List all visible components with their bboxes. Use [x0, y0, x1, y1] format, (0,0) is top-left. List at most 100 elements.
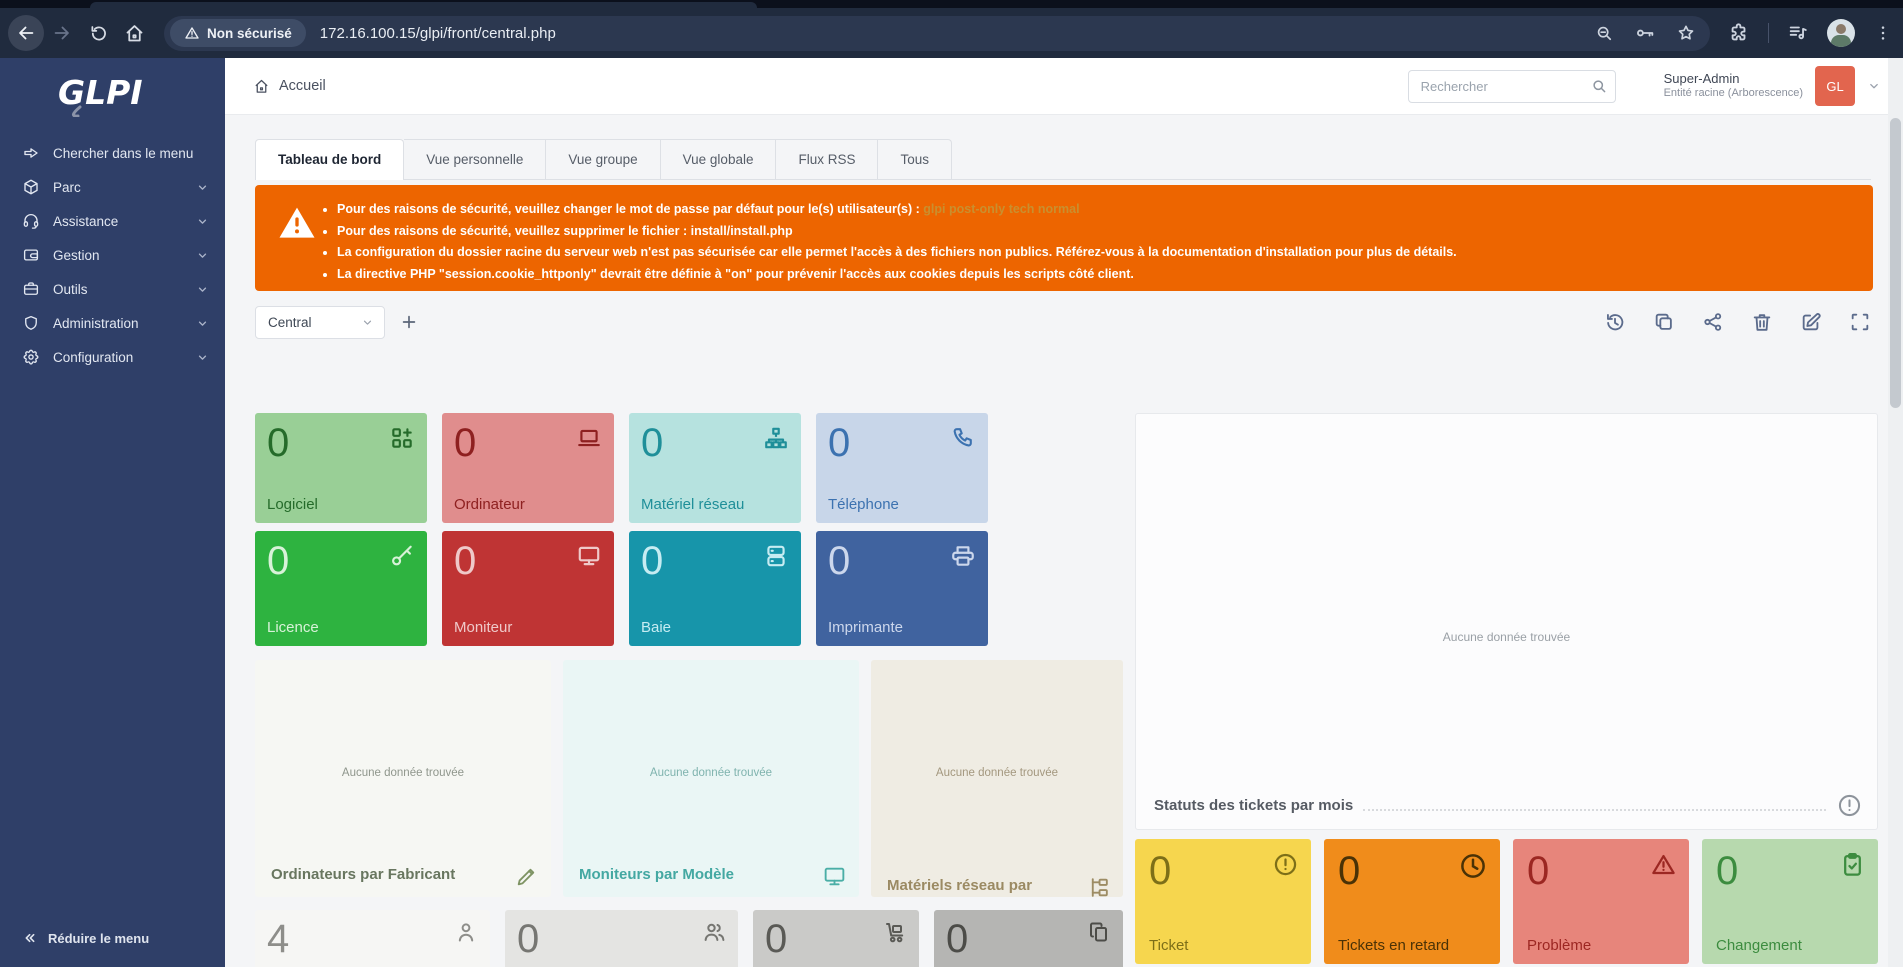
tab-tous[interactable]: Tous	[878, 139, 952, 179]
browser-profile-avatar[interactable]	[1827, 19, 1855, 47]
tab-tableau-de-bord[interactable]: Tableau de bord	[255, 139, 404, 179]
search-icon[interactable]	[1590, 77, 1608, 95]
count-card-value: 0	[517, 918, 726, 960]
user-menu[interactable]: Super-Admin Entité racine (Arborescence)…	[1664, 66, 1881, 106]
browser-menu-dots-icon[interactable]	[1873, 23, 1893, 43]
edit-pencil-icon[interactable]	[514, 864, 539, 889]
gear-icon	[22, 348, 40, 366]
warning-triangle-icon	[277, 203, 317, 243]
panel-statuts-tickets-par-mois[interactable]: Aucune donnée trouvée Statuts des ticket…	[1135, 413, 1878, 830]
share-button[interactable]	[1702, 311, 1724, 333]
count-card-users[interactable]: 4	[255, 910, 490, 967]
panel-moniteurs-par-modele[interactable]: Aucune donnée trouvée Moniteurs par Modè…	[563, 660, 859, 897]
count-card-groups[interactable]: 0	[505, 910, 738, 967]
edit-button[interactable]	[1800, 311, 1822, 333]
ticket-card-label: Problème	[1527, 937, 1591, 954]
sidebar-item-gestion[interactable]: Gestion	[0, 238, 225, 272]
sidebar-item-label: Gestion	[53, 248, 183, 263]
empty-data-message: Aucune donnée trouvée	[871, 767, 1123, 779]
browser-address-bar[interactable]: Non sécurisé 172.16.100.15/glpi/front/ce…	[164, 16, 1710, 51]
printer-icon	[950, 543, 976, 569]
password-key-icon[interactable]	[1634, 22, 1656, 44]
security-warning-banner: Pour des raisons de sécurité, veuillez c…	[255, 185, 1873, 291]
warning-line: Pour des raisons de sécurité, veuillez c…	[337, 199, 1853, 221]
browser-back-button[interactable]	[8, 15, 44, 51]
asset-card-moniteur[interactable]: 0 Moniteur	[442, 531, 614, 646]
browser-tab[interactable]	[90, 2, 757, 8]
chevron-down-icon	[196, 351, 209, 364]
page-scrollbar[interactable]	[1888, 58, 1903, 967]
fullscreen-button[interactable]	[1849, 311, 1871, 333]
tab-vue-globale[interactable]: Vue globale	[661, 139, 777, 179]
default-password-users-link[interactable]: glpi post-only tech normal	[923, 202, 1079, 216]
sidebar-item-administration[interactable]: Administration	[0, 306, 225, 340]
clone-button[interactable]	[1653, 311, 1675, 333]
scrollbar-thumb[interactable]	[1890, 118, 1901, 408]
network-icon	[763, 425, 789, 451]
delete-button[interactable]	[1751, 311, 1773, 333]
add-dashboard-button[interactable]	[399, 312, 419, 332]
sidebar-item-label: Outils	[53, 282, 183, 297]
panel-ordinateurs-par-fabricant[interactable]: Aucune donnée trouvée Ordinateurs par Fa…	[255, 660, 551, 897]
empty-data-message: Aucune donnée trouvée	[255, 767, 551, 779]
playlist-icon[interactable]	[1787, 22, 1809, 44]
asset-card-ordinateur[interactable]: 0 Ordinateur	[442, 413, 614, 523]
empty-data-message: Aucune donnée trouvée	[563, 767, 859, 779]
sidebar-item-parc[interactable]: Parc	[0, 170, 225, 204]
asset-card-imprimante[interactable]: 0 Imprimante	[816, 531, 988, 646]
ticket-card-probleme[interactable]: 0 Problème	[1513, 839, 1689, 964]
dashboard-selector[interactable]: Central	[255, 306, 385, 339]
browser-chrome: Non sécurisé 172.16.100.15/glpi/front/ce…	[0, 0, 1903, 58]
browser-tab-strip	[0, 0, 1903, 8]
asset-card-telephone[interactable]: 0 Téléphone	[816, 413, 988, 523]
sidebar-item-assistance[interactable]: Assistance	[0, 204, 225, 238]
tab-vue-groupe[interactable]: Vue groupe	[546, 139, 660, 179]
share-icon	[1702, 311, 1724, 333]
chevron-down-icon	[196, 181, 209, 194]
tab-flux-rss[interactable]: Flux RSS	[776, 139, 878, 179]
browser-forward-button[interactable]	[44, 15, 80, 51]
sidebar-search-menu[interactable]: Chercher dans le menu	[0, 136, 225, 170]
ticket-card-tickets-en-retard[interactable]: 0 Tickets en retard	[1324, 839, 1500, 964]
chevron-down-icon	[196, 317, 209, 330]
count-card-suppliers[interactable]: 0	[753, 910, 919, 967]
shield-icon	[22, 314, 40, 332]
history-button[interactable]	[1604, 311, 1626, 333]
avatar-head	[1836, 24, 1846, 34]
count-card-documents[interactable]: 0	[934, 910, 1123, 967]
asset-card-materiel-reseau[interactable]: 0 Matériel réseau	[629, 413, 801, 523]
sidebar-item-outils[interactable]: Outils	[0, 272, 225, 306]
wallet-icon	[22, 246, 40, 264]
collapse-menu-button[interactable]: Réduire le menu	[0, 921, 225, 955]
sidebar-item-configuration[interactable]: Configuration	[0, 340, 225, 374]
security-chip[interactable]: Non sécurisé	[170, 19, 306, 47]
global-search-input[interactable]	[1408, 70, 1616, 103]
url-text[interactable]: 172.16.100.15/glpi/front/central.php	[320, 25, 1594, 42]
zoom-icon[interactable]	[1594, 23, 1614, 43]
breadcrumb[interactable]: Accueil	[253, 78, 326, 95]
tab-vue-personnelle[interactable]: Vue personnelle	[404, 139, 546, 179]
history-icon	[1604, 311, 1626, 333]
browser-home-button[interactable]	[116, 15, 152, 51]
asset-card-licence[interactable]: 0 Licence	[255, 531, 427, 646]
server-rack-icon	[763, 543, 789, 569]
ticket-card-ticket[interactable]: 0 Ticket	[1135, 839, 1311, 964]
ticket-card-changement[interactable]: 0 Changement	[1702, 839, 1878, 964]
bookmark-star-icon[interactable]	[1676, 23, 1696, 43]
trash-icon	[1751, 311, 1773, 333]
asset-card-label: Baie	[641, 619, 671, 636]
browser-reload-button[interactable]	[80, 15, 116, 51]
extensions-puzzle-icon[interactable]	[1728, 22, 1750, 44]
alert-circle-icon[interactable]	[1836, 792, 1863, 819]
sidebar-item-label: Assistance	[53, 214, 183, 229]
asset-card-label: Licence	[267, 619, 319, 636]
user-avatar[interactable]: GL	[1815, 66, 1855, 106]
asset-card-baie[interactable]: 0 Baie	[629, 531, 801, 646]
glpi-logo[interactable]: GLPI	[0, 58, 225, 120]
dashboard-selector-value: Central	[268, 315, 361, 330]
panel-materiels-reseau-par-statut[interactable]: Aucune donnée trouvée Matériels réseau p…	[871, 660, 1123, 897]
chevron-down-icon	[361, 316, 374, 329]
panel-title: Matériels réseau par Statut	[887, 877, 1076, 898]
asset-card-logiciel[interactable]: 0 Logiciel	[255, 413, 427, 523]
plus-icon	[399, 312, 419, 332]
